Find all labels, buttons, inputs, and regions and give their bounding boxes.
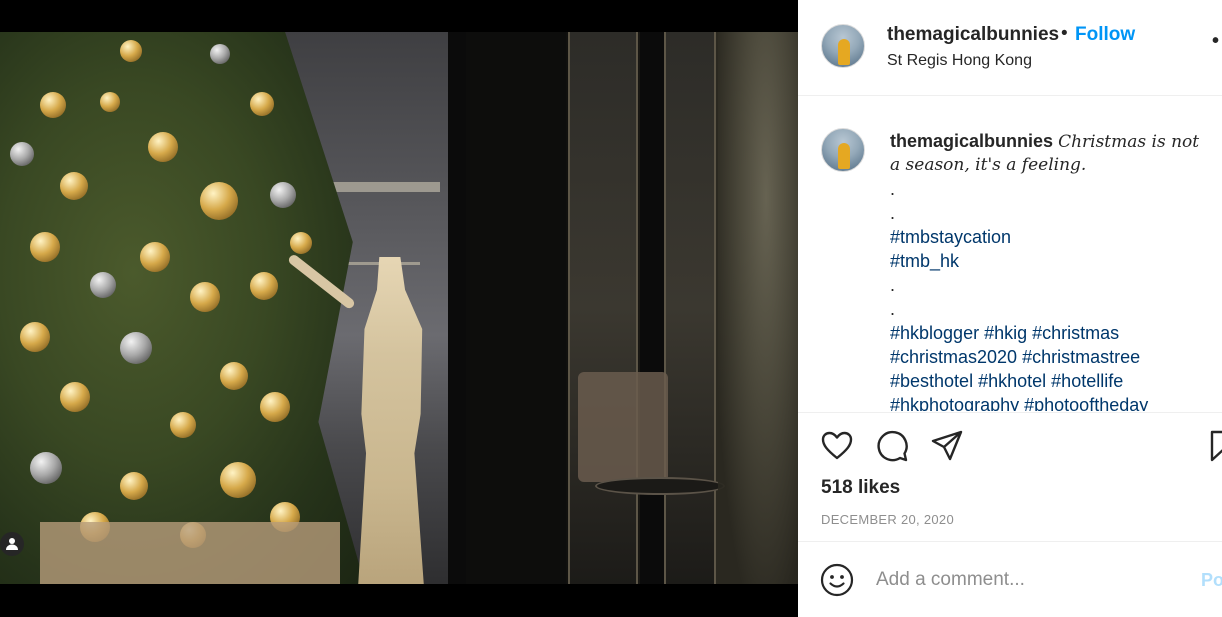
ornament: [120, 472, 148, 500]
hashtag[interactable]: #hkhotel: [978, 371, 1046, 391]
post-sidebar: themagicalbunnies • Follow St Regis Hong…: [798, 0, 1222, 617]
ornament: [148, 132, 178, 162]
caption-dot: .: [890, 203, 896, 223]
hashtag[interactable]: #photooftheday: [1024, 395, 1148, 411]
ornament: [270, 182, 296, 208]
author-username[interactable]: themagicalbunnies: [887, 24, 1059, 46]
ornament: [30, 452, 62, 484]
ornament: [140, 242, 170, 272]
caption-dot: .: [890, 179, 896, 199]
hashtag[interactable]: #christmastree: [1022, 347, 1140, 367]
ornament: [200, 182, 238, 220]
ornament: [190, 282, 220, 312]
caption-section: themagicalbunnies Christmas is not a sea…: [798, 97, 1222, 411]
more-options-icon[interactable]: •: [1212, 30, 1219, 53]
hashtag[interactable]: #hkphotography: [890, 395, 1019, 411]
avatar[interactable]: [821, 24, 865, 68]
post-date[interactable]: DECEMBER 20, 2020: [821, 512, 954, 527]
caption-dot: .: [890, 299, 896, 319]
ornament: [220, 362, 248, 390]
post-location[interactable]: St Regis Hong Kong: [887, 52, 1032, 70]
smiley-icon[interactable]: [819, 562, 855, 598]
heart-icon[interactable]: [819, 428, 855, 464]
ornament: [60, 172, 88, 200]
hashtag[interactable]: #hotellife: [1051, 371, 1123, 391]
ornament: [120, 40, 142, 62]
bookmark-icon[interactable]: [1208, 428, 1222, 464]
hashtag[interactable]: #christmas: [1032, 323, 1119, 343]
post-media[interactable]: [0, 0, 798, 617]
hashtag[interactable]: #hkig: [984, 323, 1027, 343]
ornament: [260, 392, 290, 422]
ornament: [30, 232, 60, 262]
hashtag[interactable]: #besthotel: [890, 371, 973, 391]
post-actions: 518 likes DECEMBER 20, 2020: [798, 412, 1222, 540]
caption-dot: .: [890, 275, 896, 295]
ornament: [20, 322, 50, 352]
post-header: themagicalbunnies • Follow St Regis Hong…: [798, 0, 1222, 96]
post-comment-button[interactable]: Po: [1201, 570, 1222, 591]
ornament: [120, 332, 152, 364]
caption-body: themagicalbunnies Christmas is not a sea…: [890, 129, 1214, 411]
follow-separator: •: [1061, 23, 1068, 44]
post-photo: [0, 32, 798, 584]
ornament: [60, 382, 90, 412]
caption-text-continued: a season, it's a feeling.: [890, 155, 1087, 175]
follow-button[interactable]: Follow: [1075, 24, 1135, 46]
ornament: [250, 272, 278, 300]
ornament: [290, 232, 312, 254]
ornament: [100, 92, 120, 112]
comment-bar: Po: [798, 541, 1222, 617]
ornament: [40, 92, 66, 118]
likes-count[interactable]: 518 likes: [821, 477, 900, 499]
caption-avatar[interactable]: [821, 128, 865, 172]
hashtag[interactable]: #hkblogger: [890, 323, 979, 343]
hashtag[interactable]: #tmbstaycation: [890, 225, 1214, 249]
ornament: [90, 272, 116, 298]
ornament: [170, 412, 196, 438]
ornament: [250, 92, 274, 116]
comment-input[interactable]: [876, 564, 1176, 596]
hashtag[interactable]: #tmb_hk: [890, 249, 1214, 273]
caption-text: Christmas is not: [1058, 132, 1200, 152]
hashtag[interactable]: #christmas2020: [890, 347, 1017, 367]
ornament: [10, 142, 34, 166]
caption-username[interactable]: themagicalbunnies: [890, 131, 1053, 151]
paper-plane-icon[interactable]: [929, 428, 965, 464]
comment-bubble-icon[interactable]: [874, 428, 910, 464]
tagged-user-icon[interactable]: [0, 532, 24, 556]
ornament: [210, 44, 230, 64]
ornament: [220, 462, 256, 498]
